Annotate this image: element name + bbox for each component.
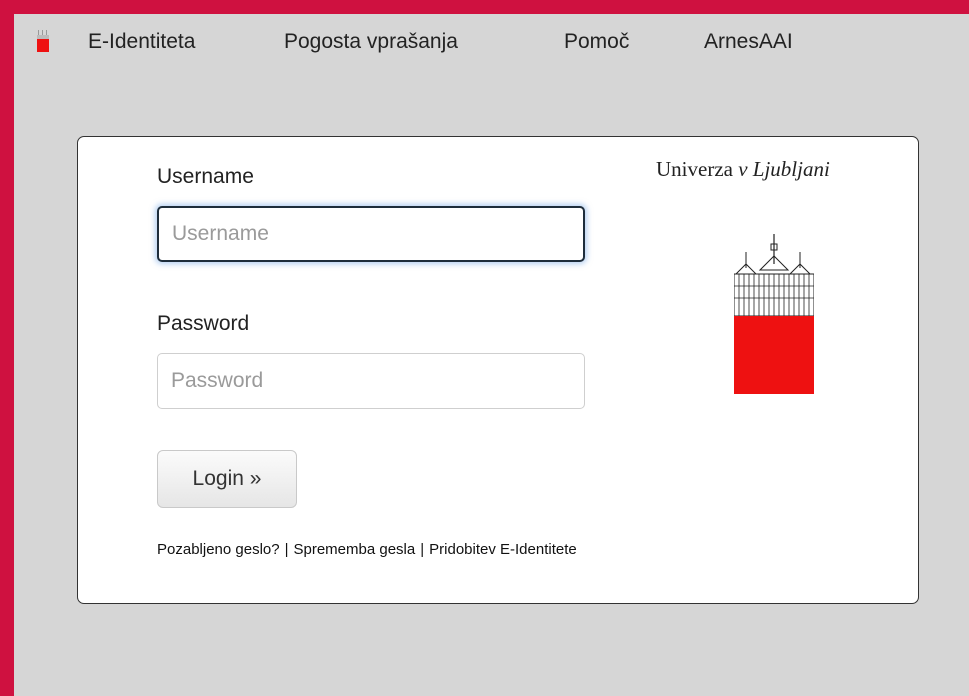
login-button[interactable]: Login » <box>157 450 297 508</box>
university-crest-icon <box>734 234 814 394</box>
nav-item-arnesaai[interactable]: ArnesAAI <box>704 30 793 54</box>
link-separator: | <box>420 541 425 558</box>
login-card: Username Password Login » Pozabljeno ges… <box>77 136 919 604</box>
university-name-italic: v Ljubljani <box>738 157 830 181</box>
link-separator: | <box>284 541 289 558</box>
nav-item-pogosta-vprasanja[interactable]: Pogosta vprašanja <box>284 30 458 54</box>
account-links: Pozabljeno geslo? | Sprememba gesla | Pridob… <box>157 541 577 558</box>
username-input[interactable] <box>157 206 585 262</box>
university-name-regular: Univerza <box>656 157 739 181</box>
nav-item-pomoc[interactable]: Pomoč <box>564 30 629 54</box>
password-label: Password <box>157 312 250 335</box>
university-logo-icon[interactable] <box>36 30 50 52</box>
obtain-identity-link[interactable]: Pridobitev E-Identitete <box>429 541 577 558</box>
page-background: E-Identiteta Pogosta vprašanja Pomoč Arn… <box>14 14 969 696</box>
change-password-link[interactable]: Sprememba gesla <box>294 541 416 558</box>
university-name: Univerza v Ljubljani <box>656 157 830 182</box>
password-input[interactable] <box>157 353 585 409</box>
nav-item-e-identiteta[interactable]: E-Identiteta <box>88 30 195 54</box>
forgot-password-link[interactable]: Pozabljeno geslo? <box>157 541 280 558</box>
top-navigation: E-Identiteta Pogosta vprašanja Pomoč Arn… <box>14 14 969 72</box>
username-label: Username <box>157 165 254 188</box>
